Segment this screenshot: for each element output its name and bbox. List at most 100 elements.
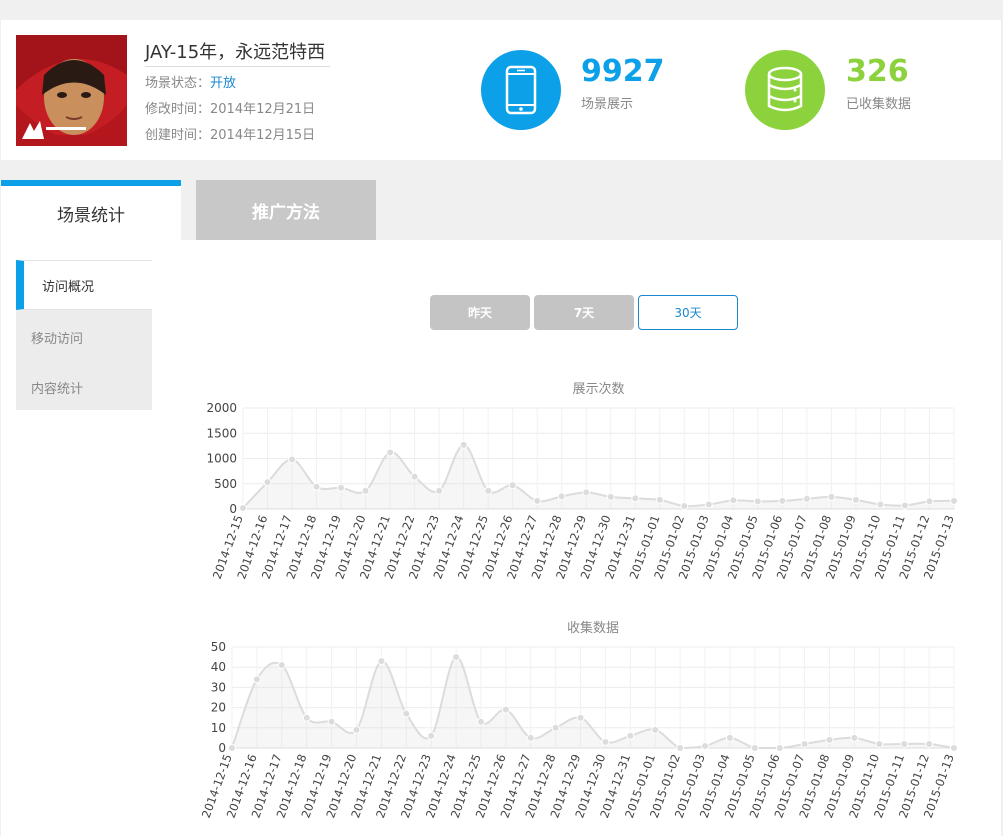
y-tick-label: 50 <box>211 640 226 654</box>
data-point[interactable] <box>655 495 664 504</box>
data-point[interactable] <box>435 486 444 495</box>
data-label: 已收集数据 <box>846 97 912 112</box>
series-area <box>232 657 954 748</box>
data-point[interactable] <box>753 497 762 506</box>
data-point[interactable] <box>725 733 734 742</box>
data-point[interactable] <box>377 657 386 666</box>
data-point[interactable] <box>352 725 361 734</box>
database-icon <box>767 66 803 112</box>
scene-created-time: 创建时间：2014年12月15日 <box>145 128 316 143</box>
y-tick-label: 500 <box>214 477 237 491</box>
range-30days-button[interactable]: 30天 <box>638 295 738 330</box>
scene-modified-time: 修改时间：2014年12月21日 <box>145 102 316 117</box>
data-point[interactable] <box>337 483 346 492</box>
views-stat-circle <box>481 50 561 130</box>
album-cover-art-icon <box>16 35 127 146</box>
data-point[interactable] <box>606 492 615 501</box>
data-point[interactable] <box>925 739 934 748</box>
y-tick-label: 20 <box>211 701 226 715</box>
data-point[interactable] <box>228 744 236 752</box>
data-point[interactable] <box>410 472 419 481</box>
y-tick-label: 10 <box>211 721 226 735</box>
data-point[interactable] <box>900 739 909 748</box>
side-item-mobile-visits[interactable]: 移动访问 <box>16 312 152 362</box>
data-point[interactable] <box>277 661 286 670</box>
y-tick-label: 40 <box>211 660 226 674</box>
data-point[interactable] <box>239 503 247 512</box>
side-item-visit-overview[interactable]: 访问概况 <box>16 260 152 310</box>
data-point[interactable] <box>427 731 436 740</box>
data-point[interactable] <box>263 478 272 487</box>
data-point[interactable] <box>802 494 811 503</box>
data-point[interactable] <box>950 496 958 505</box>
data-count: 326 <box>846 54 909 89</box>
data-point[interactable] <box>950 744 958 752</box>
data-point[interactable] <box>252 675 261 684</box>
data-point[interactable] <box>582 488 591 497</box>
data-point[interactable] <box>680 501 689 510</box>
data-point[interactable] <box>631 494 640 503</box>
data-point[interactable] <box>312 482 321 491</box>
title-divider <box>145 66 330 67</box>
scene-cover-image <box>16 35 127 146</box>
tab-promotion[interactable]: 推广方法 <box>196 180 376 240</box>
scene-status-label: 场景状态： <box>145 76 211 91</box>
data-point[interactable] <box>876 500 885 509</box>
y-tick-label: 2000 <box>206 401 237 415</box>
data-point[interactable] <box>476 717 485 726</box>
data-point[interactable] <box>452 653 461 662</box>
data-point[interactable] <box>704 500 713 509</box>
data-point[interactable] <box>386 448 395 457</box>
app-root: JAY-15年，永远范特西 场景状态：开放 修改时间：2014年12月21日 创… <box>0 0 1003 836</box>
data-point[interactable] <box>875 739 884 748</box>
data-point[interactable] <box>778 496 787 505</box>
y-tick-label: 30 <box>211 680 226 694</box>
data-point[interactable] <box>533 496 542 505</box>
scene-title: JAY-15年，永远范特西 <box>145 42 326 63</box>
data-point[interactable] <box>459 440 468 449</box>
data-point[interactable] <box>750 744 759 752</box>
data-point[interactable] <box>900 501 909 510</box>
data-point[interactable] <box>557 492 566 501</box>
y-tick-label: 1500 <box>206 426 237 440</box>
scene-header-card: JAY-15年，永远范特西 场景状态：开放 修改时间：2014年12月21日 创… <box>1 20 1001 160</box>
data-point[interactable] <box>676 744 685 752</box>
data-point[interactable] <box>729 496 738 505</box>
data-point[interactable] <box>701 741 710 750</box>
scene-status: 场景状态：开放 <box>145 72 236 91</box>
data-stat-circle <box>745 50 825 130</box>
data-point[interactable] <box>402 709 411 718</box>
views-count: 9927 <box>581 54 665 89</box>
data-point[interactable] <box>800 739 809 748</box>
chart-title: 收集数据 <box>567 620 619 636</box>
data-point[interactable] <box>576 713 585 722</box>
range-7days-button[interactable]: 7天 <box>534 295 634 330</box>
data-point[interactable] <box>601 737 610 746</box>
data-point[interactable] <box>327 717 336 726</box>
y-tick-label: 1000 <box>206 452 237 466</box>
chart-title: 展示次数 <box>572 381 624 397</box>
data-point[interactable] <box>302 713 311 722</box>
data-point[interactable] <box>551 723 560 732</box>
data-point[interactable] <box>626 731 635 740</box>
data-point[interactable] <box>501 705 510 714</box>
range-yesterday-button[interactable]: 昨天 <box>430 295 530 330</box>
views-label: 场景展示 <box>581 97 634 112</box>
data-point[interactable] <box>484 486 493 495</box>
data-point[interactable] <box>526 733 535 742</box>
scene-status-value[interactable]: 开放 <box>210 76 236 91</box>
data-point[interactable] <box>850 733 859 742</box>
data-point[interactable] <box>775 744 784 752</box>
data-point[interactable] <box>925 497 934 506</box>
smartphone-icon <box>505 65 537 115</box>
data-point[interactable] <box>288 455 297 464</box>
views-chart: 展示次数05001000150020002014-12-152014-12-16… <box>206 381 958 581</box>
collected-data-chart: 收集数据010203040502014-12-152014-12-162014-… <box>199 620 958 820</box>
data-point[interactable] <box>361 486 370 495</box>
data-point[interactable] <box>825 735 834 744</box>
data-point[interactable] <box>651 725 660 734</box>
data-point[interactable] <box>508 481 517 490</box>
tab-scene-stats[interactable]: 场景统计 <box>1 180 181 240</box>
data-point[interactable] <box>851 495 860 504</box>
data-point[interactable] <box>827 492 836 501</box>
